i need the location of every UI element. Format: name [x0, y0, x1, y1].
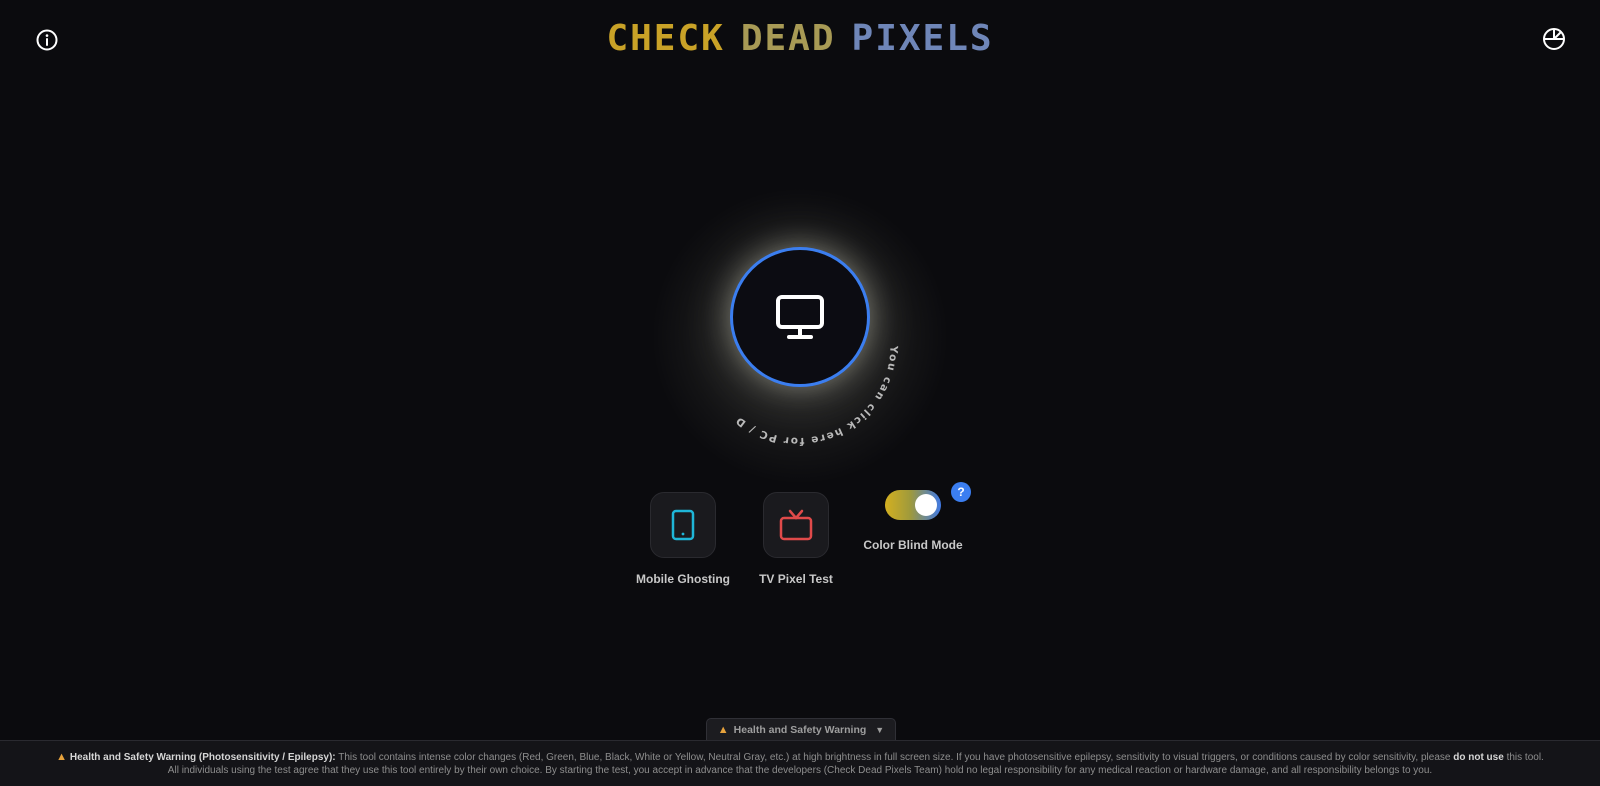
chevron-down-icon: ▼ [875, 725, 885, 735]
tv-pixel-test-option: TV Pixel Test [746, 492, 846, 586]
toggle-knob [915, 494, 937, 516]
color-blind-help-button[interactable]: ? [951, 482, 971, 502]
tv-icon [779, 509, 813, 541]
warning-text-1b: this tool. [1506, 752, 1544, 763]
phone-icon [671, 509, 695, 541]
color-blind-mode-toggle[interactable] [885, 490, 941, 520]
warning-heading: Health and Safety Warning (Photosensitiv… [69, 752, 336, 763]
warning-do-not-use: do not use [1453, 752, 1504, 763]
mobile-ghosting-option: Mobile Ghosting [630, 492, 736, 586]
theme-toggle-button[interactable] [1540, 25, 1568, 53]
health-warning-footer: ▲ Health and Safety Warning (Photosensit… [0, 740, 1600, 786]
warning-text-1a: This tool contains intense color changes… [338, 752, 1451, 763]
tv-pixel-test-label: TV Pixel Test [759, 572, 833, 586]
title-word-dead: DEAD [740, 18, 836, 59]
title-word-pixels: PIXELS [851, 18, 994, 59]
page: CHECK DEAD PIXELS You can click here for P… [0, 0, 1600, 786]
health-warning-tab[interactable]: ▲ Health and Safety Warning ▼ [706, 718, 896, 741]
warning-icon: ▲ [56, 751, 68, 763]
tv-pixel-test-button[interactable] [763, 492, 829, 558]
theme-toggle-icon [1543, 28, 1565, 50]
color-blind-mode-label: Color Blind Mode [863, 538, 963, 552]
warning-icon: ▲ [717, 724, 729, 736]
desktop-hint-text: You can click here for PC / Desktop [695, 208, 899, 447]
desktop-hint-arc: You can click here for PC / Desktop [695, 208, 898, 447]
color-blind-mode-option: Color Blind Mode [856, 490, 970, 552]
title-word-check: CHECK [606, 18, 725, 59]
warning-line-1: ▲ Health and Safety Warning (Photosensit… [0, 751, 1600, 764]
mobile-ghosting-button[interactable] [650, 492, 716, 558]
mobile-ghosting-label: Mobile Ghosting [636, 572, 730, 586]
page-title: CHECK DEAD PIXELS [0, 18, 1600, 60]
health-warning-tab-label: Health and Safety Warning [733, 724, 867, 736]
warning-line-2: All individuals using the test agree tha… [167, 765, 1433, 776]
